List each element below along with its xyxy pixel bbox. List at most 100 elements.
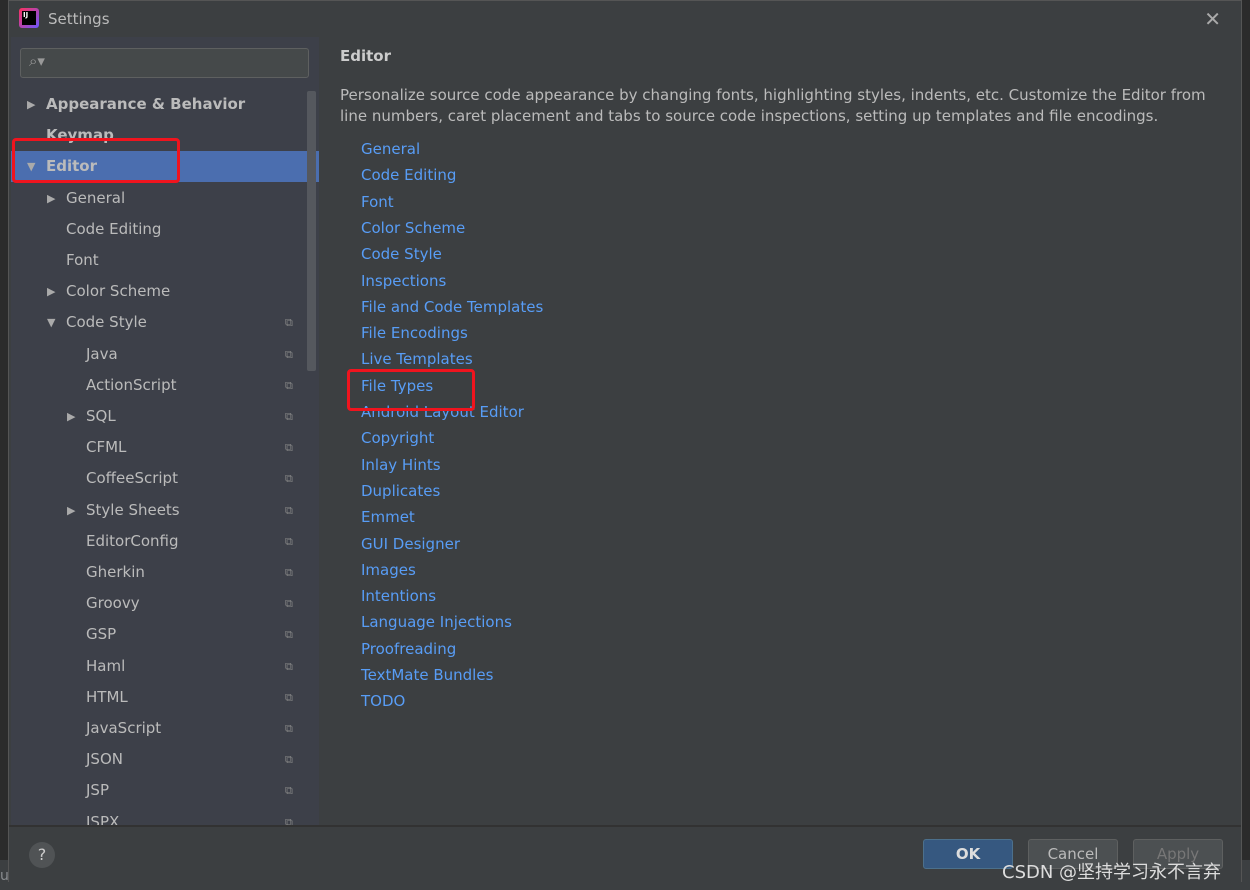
link-color-scheme[interactable]: Color Scheme xyxy=(361,219,465,237)
link-duplicates[interactable]: Duplicates xyxy=(361,482,440,500)
tree-item-javascript[interactable]: JavaScript ⧉ xyxy=(11,713,319,744)
highlight-box-editor xyxy=(12,138,180,183)
tree-item-label: JSON xyxy=(86,750,123,769)
project-scheme-copy-icon: ⧉ xyxy=(285,753,293,767)
link-intentions[interactable]: Intentions xyxy=(361,587,436,605)
link-code-style[interactable]: Code Style xyxy=(361,245,442,263)
tree-item-coffeescript[interactable]: CoffeeScript ⧉ xyxy=(11,463,319,494)
link-file-encodings[interactable]: File Encodings xyxy=(361,324,468,342)
tree-item-label: Color Scheme xyxy=(66,282,171,301)
tree-item-sql[interactable]: ▶ SQL ⧉ xyxy=(11,401,319,432)
tree-item-label: Haml xyxy=(86,656,126,675)
tree-item-label: Groovy xyxy=(86,594,140,613)
collapsed-arrow-icon[interactable]: ▶ xyxy=(27,89,35,120)
collapsed-arrow-icon[interactable]: ▶ xyxy=(67,495,75,526)
project-scheme-copy-icon: ⧉ xyxy=(285,566,293,579)
tree-item-json[interactable]: JSON ⧉ xyxy=(11,744,319,775)
project-scheme-copy-icon: ⧉ xyxy=(285,534,293,548)
link-textmate-bundles[interactable]: TextMate Bundles xyxy=(361,666,493,684)
link-emmet[interactable]: Emmet xyxy=(361,508,415,526)
link-code-editing[interactable]: Code Editing xyxy=(361,166,456,184)
tree-item-label: ActionScript xyxy=(86,375,177,394)
link-proofreading[interactable]: Proofreading xyxy=(361,640,456,658)
sidebar-scrollbar[interactable] xyxy=(307,91,316,371)
tree-item-label: Code Editing xyxy=(66,219,162,238)
project-scheme-copy-icon: ⧉ xyxy=(285,628,293,642)
tree-item-jspx[interactable]: JSPX ⧉ xyxy=(11,807,319,825)
link-images[interactable]: Images xyxy=(361,561,416,579)
tree-item-label: Java xyxy=(86,344,118,363)
tree-item-code-style[interactable]: ▼ Code Style ⧉ xyxy=(11,307,319,338)
tree-item-java[interactable]: Java ⧉ xyxy=(11,339,319,370)
tree-item-haml[interactable]: Haml ⧉ xyxy=(11,651,319,682)
tree-item-label: CFML xyxy=(86,438,127,457)
project-scheme-copy-icon: ⧉ xyxy=(285,722,293,735)
tree-item-html[interactable]: HTML ⧉ xyxy=(11,682,319,713)
collapsed-arrow-icon[interactable]: ▶ xyxy=(47,276,55,307)
tree-item-label: JSP xyxy=(86,781,109,800)
intellij-logo-icon: IJ xyxy=(19,8,39,28)
page-title: Editor xyxy=(340,47,391,65)
tree-item-font[interactable]: Font xyxy=(11,245,319,276)
tree-item-label: Appearance & Behavior xyxy=(46,95,246,113)
project-scheme-copy-icon: ⧉ xyxy=(285,316,293,330)
tree-item-gsp[interactable]: GSP ⧉ xyxy=(11,619,319,650)
project-scheme-copy-icon: ⧉ xyxy=(285,441,293,455)
tree-item-general[interactable]: ▶ General xyxy=(11,183,319,214)
ok-button[interactable]: OK xyxy=(923,839,1013,869)
tree-item-label: CoffeeScript xyxy=(86,469,178,488)
tree-item-label: General xyxy=(66,188,126,207)
tree-item-groovy[interactable]: Groovy ⧉ xyxy=(11,588,319,619)
search-icon: ⌕▾ xyxy=(29,52,45,70)
link-todo[interactable]: TODO xyxy=(361,692,405,710)
tree-item-editorconfig[interactable]: EditorConfig ⧉ xyxy=(11,526,319,557)
collapsed-arrow-icon[interactable]: ▶ xyxy=(67,401,75,432)
link-font[interactable]: Font xyxy=(361,193,394,211)
link-live-templates[interactable]: Live Templates xyxy=(361,350,473,368)
project-scheme-copy-icon: ⧉ xyxy=(285,815,293,825)
help-button[interactable]: ? xyxy=(29,842,55,868)
tree-item-label: EditorConfig xyxy=(86,531,179,550)
search-input[interactable]: ⌕▾ xyxy=(20,48,309,78)
window-title: Settings xyxy=(48,10,110,28)
tree-item-actionscript[interactable]: ActionScript ⧉ xyxy=(11,370,319,401)
project-scheme-copy-icon: ⧉ xyxy=(285,659,293,673)
link-general[interactable]: General xyxy=(361,140,420,158)
title-bar: IJ Settings ✕ xyxy=(9,1,1241,37)
tree-item-label: Code Style xyxy=(66,313,147,332)
page-description: Personalize source code appearance by ch… xyxy=(340,86,1206,125)
project-scheme-copy-icon: ⧉ xyxy=(285,503,293,517)
tree-item-gherkin[interactable]: Gherkin ⧉ xyxy=(11,557,319,588)
tree-item-label: GSP xyxy=(86,625,117,644)
project-scheme-copy-icon: ⧉ xyxy=(285,597,293,611)
project-scheme-copy-icon: ⧉ xyxy=(285,347,293,361)
tree-item-jsp[interactable]: JSP ⧉ xyxy=(11,775,319,806)
watermark: CSDN @坚持学习永不言弃 xyxy=(1002,862,1222,883)
collapsed-arrow-icon[interactable]: ▶ xyxy=(47,183,55,214)
link-inlay-hints[interactable]: Inlay Hints xyxy=(361,456,441,474)
project-scheme-copy-icon: ⧉ xyxy=(285,410,293,423)
project-scheme-copy-icon: ⧉ xyxy=(285,784,293,798)
link-gui-designer[interactable]: GUI Designer xyxy=(361,535,460,553)
project-scheme-copy-icon: ⧉ xyxy=(285,472,293,486)
tree-item-appearance-behavior[interactable]: ▶ Appearance & Behavior xyxy=(11,89,319,120)
expanded-arrow-icon[interactable]: ▼ xyxy=(47,307,55,338)
tree-item-style-sheets[interactable]: ▶ Style Sheets ⧉ xyxy=(11,495,319,526)
highlight-box-file-types xyxy=(347,369,475,411)
tree-item-cfml[interactable]: CFML ⧉ xyxy=(11,432,319,463)
tree-item-color-scheme[interactable]: ▶ Color Scheme xyxy=(11,276,319,307)
tree-item-label: Font xyxy=(66,251,99,269)
project-scheme-copy-icon: ⧉ xyxy=(285,378,293,392)
close-icon[interactable]: ✕ xyxy=(1204,7,1221,31)
link-inspections[interactable]: Inspections xyxy=(361,272,446,290)
editor-panel: Editor Personalize source code appearanc… xyxy=(319,37,1241,825)
tree-item-label: SQL xyxy=(86,407,116,425)
tree-item-label: JavaScript xyxy=(86,719,162,737)
link-language-injections[interactable]: Language Injections xyxy=(361,613,512,631)
tree-item-code-editing[interactable]: Code Editing xyxy=(11,214,319,245)
link-file-and-code-templates[interactable]: File and Code Templates xyxy=(361,298,543,316)
link-copyright[interactable]: Copyright xyxy=(361,429,434,447)
tree-item-label: JSPX xyxy=(86,812,120,825)
tree-item-label: Style Sheets xyxy=(86,500,180,519)
project-scheme-copy-icon: ⧉ xyxy=(285,690,293,704)
